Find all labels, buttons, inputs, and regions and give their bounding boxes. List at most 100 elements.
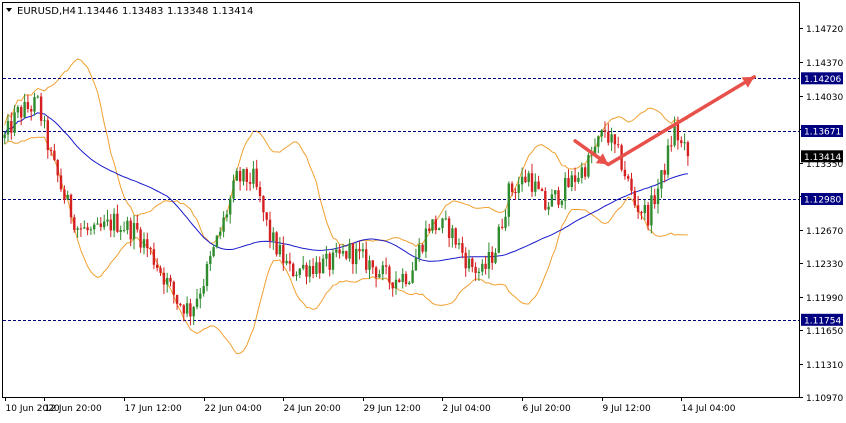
candle-body — [501, 226, 504, 228]
candle-body — [527, 173, 530, 183]
candle-body — [355, 248, 358, 265]
price-tick-label: 1.11650 — [806, 327, 843, 337]
trend-arrow[interactable] — [573, 75, 756, 167]
candle-body — [106, 219, 109, 222]
time-tick-label: 6 Jul 20:00 — [523, 404, 572, 414]
horizontal-levels[interactable] — [3, 78, 799, 321]
candle-body — [195, 298, 199, 307]
candle-body — [603, 130, 607, 132]
chart-window[interactable]: 1.147201.143701.140301.136901.133501.130… — [0, 0, 846, 419]
candle-body — [474, 266, 477, 273]
candle-body — [235, 171, 238, 181]
candle-body — [159, 267, 162, 273]
candle-body — [441, 218, 444, 229]
time-tick-label: 2 Jul 04:00 — [443, 404, 492, 414]
time-tick-label: 22 Jun 04:00 — [205, 404, 262, 414]
candle-body — [504, 216, 507, 228]
candle-body — [272, 232, 275, 241]
candle-body — [39, 96, 43, 121]
candle-body — [30, 109, 33, 112]
candle-body — [686, 142, 690, 157]
candle-body — [262, 196, 265, 213]
candle-body — [136, 223, 139, 230]
candle-body — [285, 260, 288, 264]
triangle-down-icon[interactable] — [6, 8, 12, 12]
candle-body — [93, 224, 96, 230]
candle-body — [418, 244, 421, 258]
candle-body — [434, 219, 437, 230]
candle-body — [202, 286, 205, 294]
candle-body — [623, 169, 627, 177]
candle-body — [627, 176, 630, 179]
candle-body — [298, 268, 301, 275]
candle-body — [544, 191, 547, 210]
candle-body — [365, 249, 368, 270]
candle-body — [302, 264, 305, 269]
time-axis[interactable]: 10 Jun 202012 Jun 20:00 17 Jun 12:00 22 Ju… — [5, 397, 736, 414]
price-chart[interactable]: 1.147201.143701.140301.136901.133501.130… — [0, 0, 846, 419]
candle-body — [613, 134, 617, 145]
candle-body — [229, 198, 232, 215]
candle-body — [338, 249, 341, 254]
candle-body — [152, 249, 156, 265]
candle-body — [182, 305, 185, 314]
candle-body — [76, 228, 79, 230]
candle-body — [428, 228, 431, 231]
candle-body — [116, 213, 119, 232]
candle-body — [607, 131, 610, 143]
level-price-label-text: 1.12980 — [804, 196, 841, 206]
candle-body — [414, 257, 418, 271]
candle-body — [265, 212, 268, 220]
candle-body — [597, 136, 600, 147]
time-tick-label: 12 Jun 20:00 — [45, 404, 102, 414]
price-axis[interactable]: 1.147201.143701.140301.136901.133501.130… — [799, 25, 843, 404]
candle-body — [507, 183, 510, 217]
level-price-label-text: 1.14206 — [804, 75, 841, 85]
candle-body — [215, 235, 219, 248]
candle-body — [560, 200, 564, 205]
candle-body — [401, 273, 404, 282]
candle-body — [172, 281, 175, 295]
candle-body — [564, 178, 567, 201]
candle-body — [142, 239, 146, 248]
candle-body — [53, 150, 56, 160]
candle-body — [96, 223, 99, 225]
candle-body — [73, 217, 76, 230]
candle-body — [225, 214, 229, 218]
candle-body — [311, 266, 315, 274]
candle-body — [146, 239, 149, 249]
candle-body — [175, 294, 179, 304]
candle-body — [461, 243, 464, 253]
candle-body — [676, 123, 680, 141]
arrow-path[interactable] — [573, 75, 756, 167]
candle-body — [232, 180, 235, 199]
candle-body — [10, 121, 13, 133]
candle-body — [636, 205, 640, 212]
candle-body — [534, 181, 537, 192]
candle-body — [63, 189, 66, 200]
candle-body — [484, 263, 487, 269]
candle-body — [33, 97, 36, 112]
candle-body — [408, 282, 411, 284]
candle-body — [517, 184, 520, 193]
time-tick-label: 24 Jun 20:00 — [284, 404, 341, 414]
candle-body — [398, 279, 401, 282]
candle-body — [278, 244, 282, 255]
candle-body — [308, 266, 311, 277]
candle-body — [666, 145, 670, 175]
candle-body — [255, 168, 258, 188]
candle-body — [680, 140, 683, 144]
candle-body — [388, 266, 391, 283]
price-tick-label: 1.14370 — [806, 59, 843, 69]
candle-body — [318, 262, 321, 274]
candle-body — [630, 178, 633, 191]
candle-body — [242, 169, 245, 182]
candle-body — [341, 251, 345, 254]
candle-body — [530, 173, 534, 192]
time-tick-label: 29 Jun 12:00 — [364, 404, 421, 414]
candle-body — [348, 243, 351, 259]
candle-body — [199, 293, 202, 299]
candle-body — [119, 230, 122, 232]
candle-body — [122, 230, 126, 231]
candle-body — [424, 228, 428, 252]
